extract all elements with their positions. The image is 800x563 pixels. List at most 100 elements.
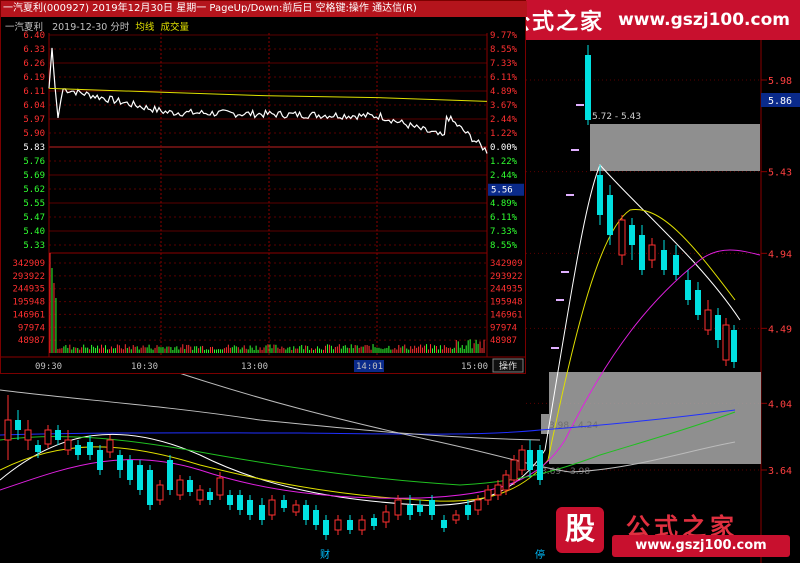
candle-body-down [313, 510, 319, 525]
watermark-logo: 股 公式之家 www.gszj100.com [556, 505, 792, 559]
candle-body-up [484, 489, 492, 501]
candle-body-down [167, 460, 173, 490]
candle-body-down [661, 250, 667, 270]
site-url: www.gszj100.com [618, 10, 790, 30]
candle-body-down [15, 420, 21, 430]
candle-body-down [527, 450, 533, 470]
volume-tick-label: 293922 [12, 272, 45, 282]
candle-body-down [607, 195, 613, 235]
candle-body-up [24, 429, 32, 441]
axis-label: 4.49 [768, 324, 792, 335]
event-mark: 财 [320, 548, 330, 561]
candle-body-down [597, 175, 603, 215]
candle-body-down [281, 500, 287, 508]
action-button-label[interactable]: 操作 [499, 360, 517, 372]
axis-label: 5.43 [768, 168, 792, 179]
candle-body-down [97, 450, 103, 470]
price-line [48, 47, 488, 154]
candle-body-down [35, 445, 41, 452]
price-zone-label: 5.72 - 5.43 [592, 112, 641, 122]
event-mark: 停 [535, 548, 545, 561]
volume-tick-label: 97974 [18, 323, 45, 333]
candle-body-down [227, 495, 233, 505]
candle-body-down [147, 470, 153, 505]
candle-body-up [722, 324, 730, 361]
candle-body-down [347, 520, 353, 530]
volume-tick-label: 195948 [12, 298, 45, 308]
candle-body-down [639, 235, 645, 270]
candle-body-up [268, 499, 276, 516]
pct-tick-label: 4.89% [490, 199, 518, 209]
candle-body-up [452, 514, 460, 521]
candle-body-up [394, 499, 402, 516]
pct-tick-label: 1.22% [490, 129, 518, 139]
site-logo-banner: 公式之家 www.gszj100.com [498, 0, 800, 40]
candle-body-down [55, 430, 61, 440]
candle-body-down [117, 455, 123, 470]
price-tick-label: 5.69 [23, 171, 45, 181]
watermark-url: www.gszj100.com [612, 535, 790, 557]
candle-body-up [358, 519, 366, 531]
time-tick-label: 10:30 [131, 362, 158, 372]
pct-tick-label: 2.44% [490, 115, 518, 125]
candle-body-down [247, 500, 253, 515]
price-tick-label: 6.33 [23, 45, 45, 55]
candle-body-down [127, 460, 133, 480]
price-tick-label: 5.97 [23, 115, 45, 125]
candle-body-up [4, 419, 12, 441]
candle-body-up [156, 484, 164, 501]
volume-tick-label: 146961 [490, 310, 523, 320]
candle-body-down [259, 505, 265, 520]
intraday-title-bar: 一汽夏利(000927) 2019年12月30日 星期一 PageUp/Down… [1, 1, 527, 17]
candle-body-up [704, 309, 712, 331]
candle-body-up [510, 459, 518, 481]
candle-body-down [323, 520, 329, 535]
pct-tick-label: 6.11% [490, 73, 518, 83]
candle-body-up [176, 479, 184, 496]
volume-tick-label: 244935 [12, 285, 45, 295]
candle-body-up [334, 519, 342, 531]
candle-body-down [695, 290, 701, 315]
axis-label: 5.98 [768, 76, 792, 87]
time-tick-label: 14:01 [356, 362, 383, 372]
price-tick-label: 6.11 [23, 87, 45, 97]
candle-body-down [187, 480, 193, 492]
candle-body-down [585, 55, 591, 120]
candle-body-down [75, 445, 81, 455]
candle-body-down [137, 465, 143, 490]
intraday-panel[interactable]: 一汽夏利(000927) 2019年12月30日 星期一 PageUp/Down… [0, 0, 527, 374]
candle-body-down [465, 505, 471, 515]
intraday-chart[interactable]: 6.40 6.33 6.26 6.19 6.11 6.04 5.97 5.90 5.83 5.76… [1, 17, 525, 373]
pct-tick-label: 6.11% [490, 213, 518, 223]
candle-body-up [64, 439, 72, 451]
price-tick-label: 6.26 [23, 59, 45, 69]
candle-body-up [502, 474, 510, 491]
candle-body-down [87, 442, 93, 455]
candle-body-up [216, 477, 224, 496]
candle-body-down [417, 505, 423, 512]
volume-tick-label: 48987 [18, 336, 45, 346]
candle-body-down [685, 280, 691, 300]
candle-body-up [648, 244, 656, 261]
candle-body-down [629, 225, 635, 245]
candle-body-down [731, 330, 737, 362]
pct-tick-label: 7.33% [490, 227, 518, 237]
candle-body-up [618, 219, 626, 256]
pct-tick-label: 0.00% [490, 143, 518, 153]
price-tick-label: 5.76 [23, 157, 45, 167]
pct-tick-label: 8.55% [490, 45, 518, 55]
time-tick-label: 15:00 [461, 362, 488, 372]
candle-body-down [673, 255, 679, 275]
axis-label: 3.64 [768, 466, 792, 477]
pct-tick-label: 1.22% [490, 157, 518, 167]
axis-label: 4.94 [768, 249, 792, 260]
volume-tick-label: 146961 [12, 310, 45, 320]
candle-body-up [196, 489, 204, 501]
price-zone [590, 124, 760, 171]
pct-tick-label: 2.44% [490, 171, 518, 181]
candle-body-down [371, 518, 377, 526]
volume-tick-label: 97974 [490, 323, 517, 333]
volume-tick-label: 342909 [490, 259, 523, 269]
axis-label: 4.04 [768, 399, 792, 410]
candle-body-down [207, 492, 213, 500]
